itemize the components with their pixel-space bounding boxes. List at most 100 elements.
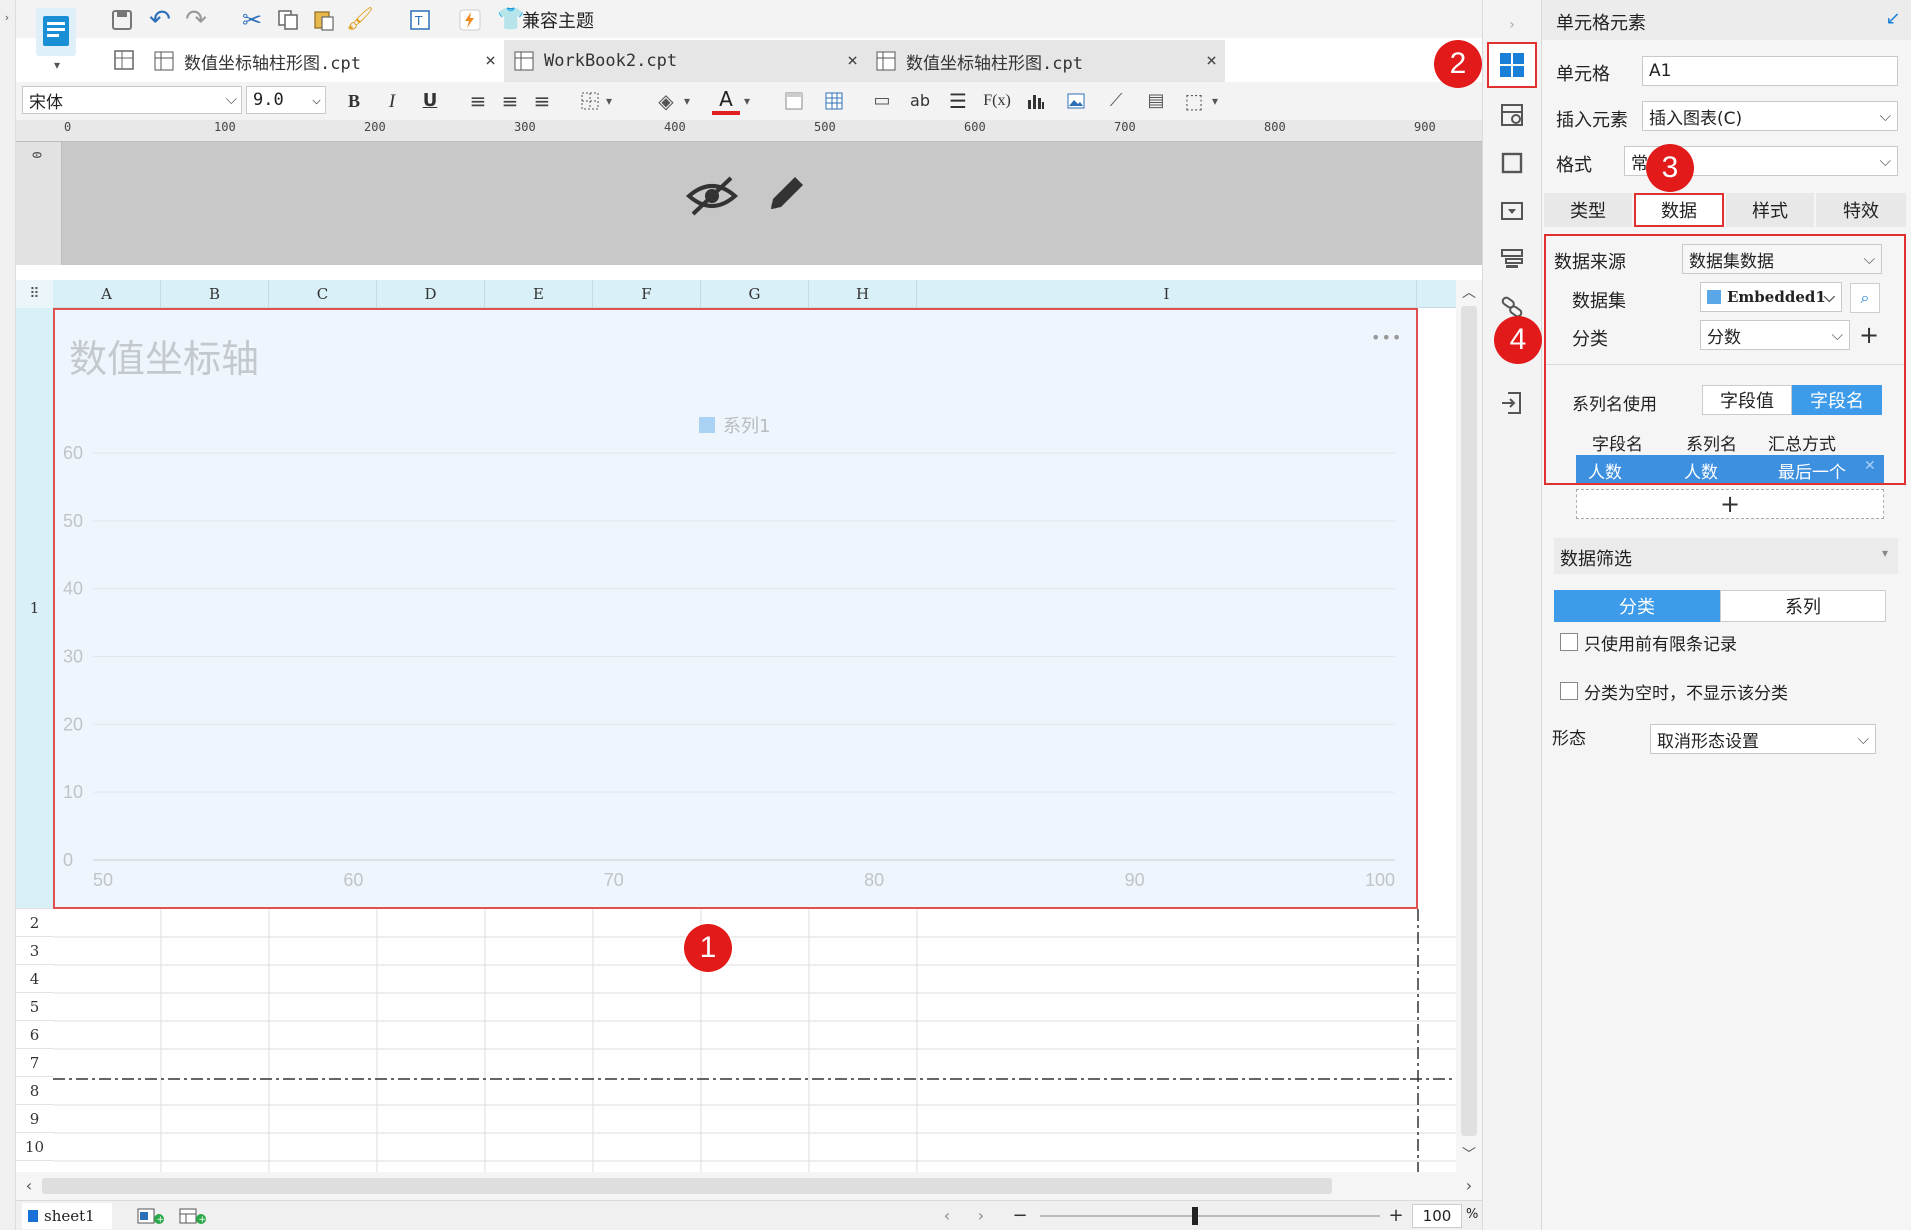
copy-icon[interactable] xyxy=(274,6,302,34)
horizontal-scrollbar[interactable]: ‹ › xyxy=(16,1172,1482,1200)
panel-pin-icon[interactable]: ↙ xyxy=(1882,8,1904,30)
column-header-f[interactable]: F xyxy=(593,280,701,308)
flash-icon[interactable] xyxy=(456,6,484,34)
column-header-e[interactable]: E xyxy=(485,280,593,308)
row-header-9[interactable]: 9 xyxy=(16,1105,53,1133)
cell-input[interactable]: A1 xyxy=(1642,56,1898,86)
cut-icon[interactable]: ✂ xyxy=(238,6,266,34)
align-right-icon[interactable]: ≡ xyxy=(528,87,556,115)
row-header-3[interactable]: 3 xyxy=(16,937,53,965)
tab-document-3[interactable]: 数值坐标轴柱形图.cpt × xyxy=(868,40,1225,82)
limit-records-checkbox[interactable] xyxy=(1560,633,1578,651)
add-dashboard-sheet-icon[interactable]: + xyxy=(176,1203,210,1229)
save-icon[interactable] xyxy=(108,6,136,34)
text-ab-icon[interactable]: ab xyxy=(906,87,934,115)
paste-icon[interactable] xyxy=(310,6,338,34)
sheet-next-icon[interactable]: › xyxy=(972,1205,990,1227)
widget-settings-icon[interactable] xyxy=(1495,194,1529,228)
theme-shirt-icon[interactable]: 👕 xyxy=(497,6,524,34)
tab-type[interactable]: 类型 xyxy=(1544,193,1632,227)
tab-data[interactable]: 数据 xyxy=(1634,193,1724,227)
row-header-1[interactable]: 1 xyxy=(16,308,53,909)
bar-chart-icon[interactable] xyxy=(1022,87,1050,115)
shape-select[interactable]: 取消形态设置 ⌵ xyxy=(1650,724,1876,754)
sheet-tab[interactable]: sheet1 xyxy=(22,1203,112,1229)
vertical-scroll-thumb[interactable] xyxy=(1461,306,1477,1136)
series-name-cell[interactable]: 人数 xyxy=(1684,458,1718,483)
expand-arrow-icon[interactable]: › xyxy=(0,10,14,24)
zoom-in-button[interactable]: + xyxy=(1386,1205,1406,1227)
wrap-text-icon[interactable]: ☰ xyxy=(944,87,972,115)
collapse-arrow-icon[interactable]: › xyxy=(1501,14,1523,36)
new-sheet-icon[interactable] xyxy=(110,46,138,74)
font-color-dropdown-icon[interactable]: ▾ xyxy=(740,87,754,115)
scroll-right-icon[interactable]: › xyxy=(1460,1176,1478,1196)
add-field-button[interactable]: + xyxy=(1576,489,1884,519)
format-brush-icon[interactable]: 🖌 xyxy=(346,6,374,34)
float-dropdown-icon[interactable]: ▾ xyxy=(1208,87,1222,115)
field-table-row[interactable]: 人数 人数 最后一个 ✕ xyxy=(1576,455,1884,483)
zoom-value-input[interactable]: 100 xyxy=(1412,1204,1462,1228)
select-all-corner[interactable]: ⠿ xyxy=(16,280,53,308)
row-header-7[interactable]: 7 xyxy=(16,1049,53,1077)
filter-tab-category[interactable]: 分类 xyxy=(1554,590,1720,622)
column-header-a[interactable]: A xyxy=(53,280,161,308)
horizontal-scroll-thumb[interactable] xyxy=(42,1178,1332,1194)
theme-button[interactable]: 兼容主题 xyxy=(522,6,594,34)
sheet-prev-icon[interactable]: ‹ xyxy=(938,1205,956,1227)
preview-icon[interactable]: T xyxy=(406,6,434,34)
hide-eye-icon[interactable] xyxy=(680,168,744,224)
column-header-h[interactable]: H xyxy=(809,280,917,308)
cell-attribute-icon[interactable] xyxy=(1495,98,1529,132)
field-name-cell[interactable]: 人数 xyxy=(1588,458,1622,483)
series-name-field-value-option[interactable]: 字段值 xyxy=(1702,385,1792,415)
scroll-up-icon[interactable]: ︿ xyxy=(1460,284,1478,302)
hide-empty-category-checkbox[interactable] xyxy=(1560,682,1578,700)
font-size-select[interactable]: 9.0 ⌵ xyxy=(246,86,326,114)
zoom-out-button[interactable]: − xyxy=(1010,1205,1030,1227)
merge-cell-icon[interactable]: ▭ xyxy=(868,87,896,115)
chart-cell-a1[interactable]: 数值坐标轴 ••• 系列1 60 50 40 30 20 10 0 50 60 70 80 90 100 xyxy=(53,308,1418,909)
fill-color-icon[interactable]: ◈ xyxy=(652,87,680,115)
tab-document-1[interactable]: 数值坐标轴柱形图.cpt × xyxy=(146,40,504,82)
column-header-d[interactable]: D xyxy=(377,280,485,308)
filter-tab-series[interactable]: 系列 xyxy=(1720,590,1886,622)
tab-close-icon[interactable]: × xyxy=(485,50,496,71)
add-report-sheet-icon[interactable]: + xyxy=(134,1203,168,1229)
dataset-select[interactable]: Embedded1 ⌵ xyxy=(1700,282,1842,312)
underline-icon[interactable]: U xyxy=(416,87,444,115)
align-center-icon[interactable]: ≡ xyxy=(496,87,524,115)
zoom-slider-thumb[interactable] xyxy=(1192,1207,1198,1225)
import-icon[interactable] xyxy=(1495,386,1529,420)
scroll-left-icon[interactable]: ‹ xyxy=(20,1176,38,1196)
border-icon[interactable] xyxy=(576,87,604,115)
row-header-2[interactable]: 2 xyxy=(16,909,53,937)
vertical-scrollbar[interactable]: ︿ ﹀ xyxy=(1456,280,1482,1172)
dataset-search-icon[interactable]: ⌕ xyxy=(1850,283,1880,313)
summary-cell[interactable]: 最后一个 xyxy=(1778,458,1846,483)
fill-dropdown-icon[interactable]: ▾ xyxy=(680,87,694,115)
zoom-slider-track[interactable] xyxy=(1040,1215,1380,1217)
bold-icon[interactable]: B xyxy=(340,87,368,115)
font-family-select[interactable]: 宋体 ⌵ xyxy=(22,86,242,114)
tab-style[interactable]: 样式 xyxy=(1726,193,1814,227)
row-header-5[interactable]: 5 xyxy=(16,993,53,1021)
add-category-icon[interactable]: + xyxy=(1856,322,1882,348)
scroll-down-icon[interactable]: ﹀ xyxy=(1460,1146,1478,1164)
collapse-chevron-icon[interactable]: ▾ xyxy=(1882,546,1888,560)
column-header-g[interactable]: G xyxy=(701,280,809,308)
row-header-4[interactable]: 4 xyxy=(16,965,53,993)
left-collapse-strip[interactable]: › xyxy=(0,0,16,1230)
italic-icon[interactable]: I xyxy=(378,87,406,115)
undo-icon[interactable]: ↶ xyxy=(146,6,174,34)
condition-attribute-icon[interactable] xyxy=(1495,242,1529,276)
tab-close-icon[interactable]: × xyxy=(1206,50,1217,71)
row-header-6[interactable]: 6 xyxy=(16,1021,53,1049)
remove-row-icon[interactable]: ✕ xyxy=(1864,458,1876,474)
column-header-c[interactable]: C xyxy=(269,280,377,308)
row-header-10[interactable]: 10 xyxy=(16,1133,53,1161)
subreport-icon[interactable]: ▤ xyxy=(1142,87,1170,115)
border-dropdown-icon[interactable]: ▾ xyxy=(602,87,616,115)
insert-element-select[interactable]: 插入图表(C) ⌵ xyxy=(1642,101,1898,131)
tab-document-2[interactable]: WorkBook2.cpt × xyxy=(506,40,866,82)
